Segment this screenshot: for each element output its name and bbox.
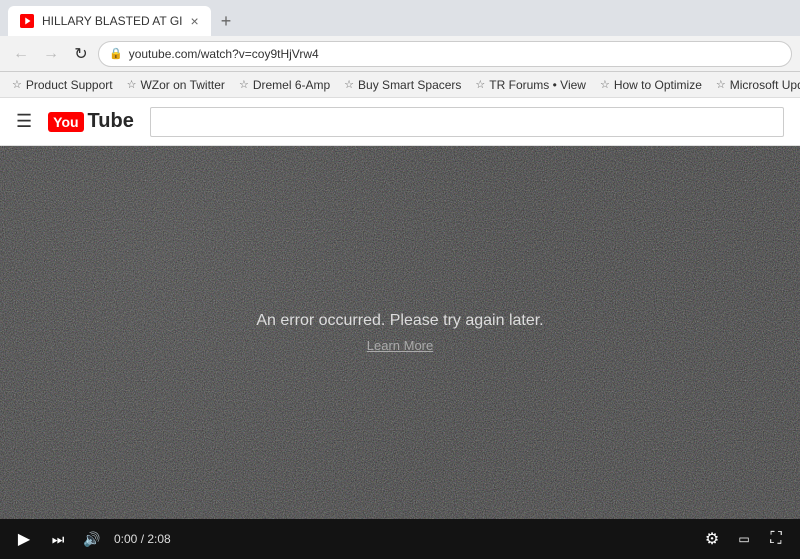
refresh-button[interactable]: ↻ [68,41,94,67]
bookmark-how-to[interactable]: ☆ How to Optimize [594,76,708,94]
bookmark-label: WZor on Twitter [140,78,224,92]
star-icon: ☆ [475,78,485,91]
volume-button[interactable]: 🔊 [80,527,104,551]
fullscreen-button[interactable]: ⛶ [764,527,788,551]
bookmarks-bar: ☆ Product Support ☆ WZor on Twitter ☆ Dr… [0,72,800,98]
bookmark-product-support[interactable]: ☆ Product Support [6,76,119,94]
page-content: ☰ YouTube An error occurred. Please try … [0,98,800,559]
video-controls: ▶ ⏭ 🔊 0:00 / 2:08 ⚙ ▭ ⛶ [0,519,800,559]
time-display: 0:00 / 2:08 [114,532,171,546]
bookmark-tr-forums[interactable]: ☆ TR Forums • View [469,76,592,94]
bookmark-label: Product Support [26,78,113,92]
tab-title: HILLARY BLASTED AT GI [42,14,183,28]
youtube-logo-red: You [48,112,83,132]
url-text: youtube.com/watch?v=coy9tHjVrw4 [129,47,319,61]
hamburger-menu-icon[interactable]: ☰ [16,111,32,132]
bookmark-label: Dremel 6-Amp [253,78,330,92]
lock-icon: 🔒 [109,47,123,60]
tab-favicon [20,14,34,28]
back-button[interactable]: ← [8,41,34,67]
star-icon: ☆ [12,78,22,91]
address-bar-row: ← → ↻ 🔒 youtube.com/watch?v=coy9tHjVrw4 [0,36,800,72]
bookmark-label: Microsoft Update [730,78,800,92]
star-icon: ☆ [344,78,354,91]
youtube-header: ☰ YouTube [0,98,800,146]
error-text: An error occurred. Please try again late… [256,312,543,330]
tab-bar: HILLARY BLASTED AT GI × + [0,0,800,36]
bookmark-buy-smart[interactable]: ☆ Buy Smart Spacers [338,76,467,94]
tab-close-button[interactable]: × [191,14,199,28]
learn-more-link[interactable]: Learn More [256,338,543,353]
bookmark-label: TR Forums • View [489,78,586,92]
theater-mode-button[interactable]: ▭ [732,527,756,551]
youtube-logo-tube: Tube [88,110,134,133]
bookmark-wzor[interactable]: ☆ WZor on Twitter [121,76,231,94]
star-icon: ☆ [716,78,726,91]
settings-button[interactable]: ⚙ [700,527,724,551]
star-icon: ☆ [127,78,137,91]
search-input[interactable] [150,107,784,137]
active-tab[interactable]: HILLARY BLASTED AT GI × [8,6,211,36]
youtube-logo[interactable]: YouTube [48,110,134,133]
bookmark-label: How to Optimize [614,78,702,92]
skip-button[interactable]: ⏭ [46,527,70,551]
video-canvas: An error occurred. Please try again late… [0,146,800,519]
play-button[interactable]: ▶ [12,527,36,551]
right-controls: ⚙ ▭ ⛶ [700,527,788,551]
error-message: An error occurred. Please try again late… [256,312,543,353]
bookmark-label: Buy Smart Spacers [358,78,461,92]
bookmark-ms-update[interactable]: ☆ Microsoft Update [710,76,800,94]
star-icon: ☆ [600,78,610,91]
forward-button[interactable]: → [38,41,64,67]
bookmark-dremel[interactable]: ☆ Dremel 6-Amp [233,76,336,94]
video-area: An error occurred. Please try again late… [0,146,800,559]
address-bar[interactable]: 🔒 youtube.com/watch?v=coy9tHjVrw4 [98,41,792,67]
star-icon: ☆ [239,78,249,91]
new-tab-button[interactable]: + [215,12,238,30]
